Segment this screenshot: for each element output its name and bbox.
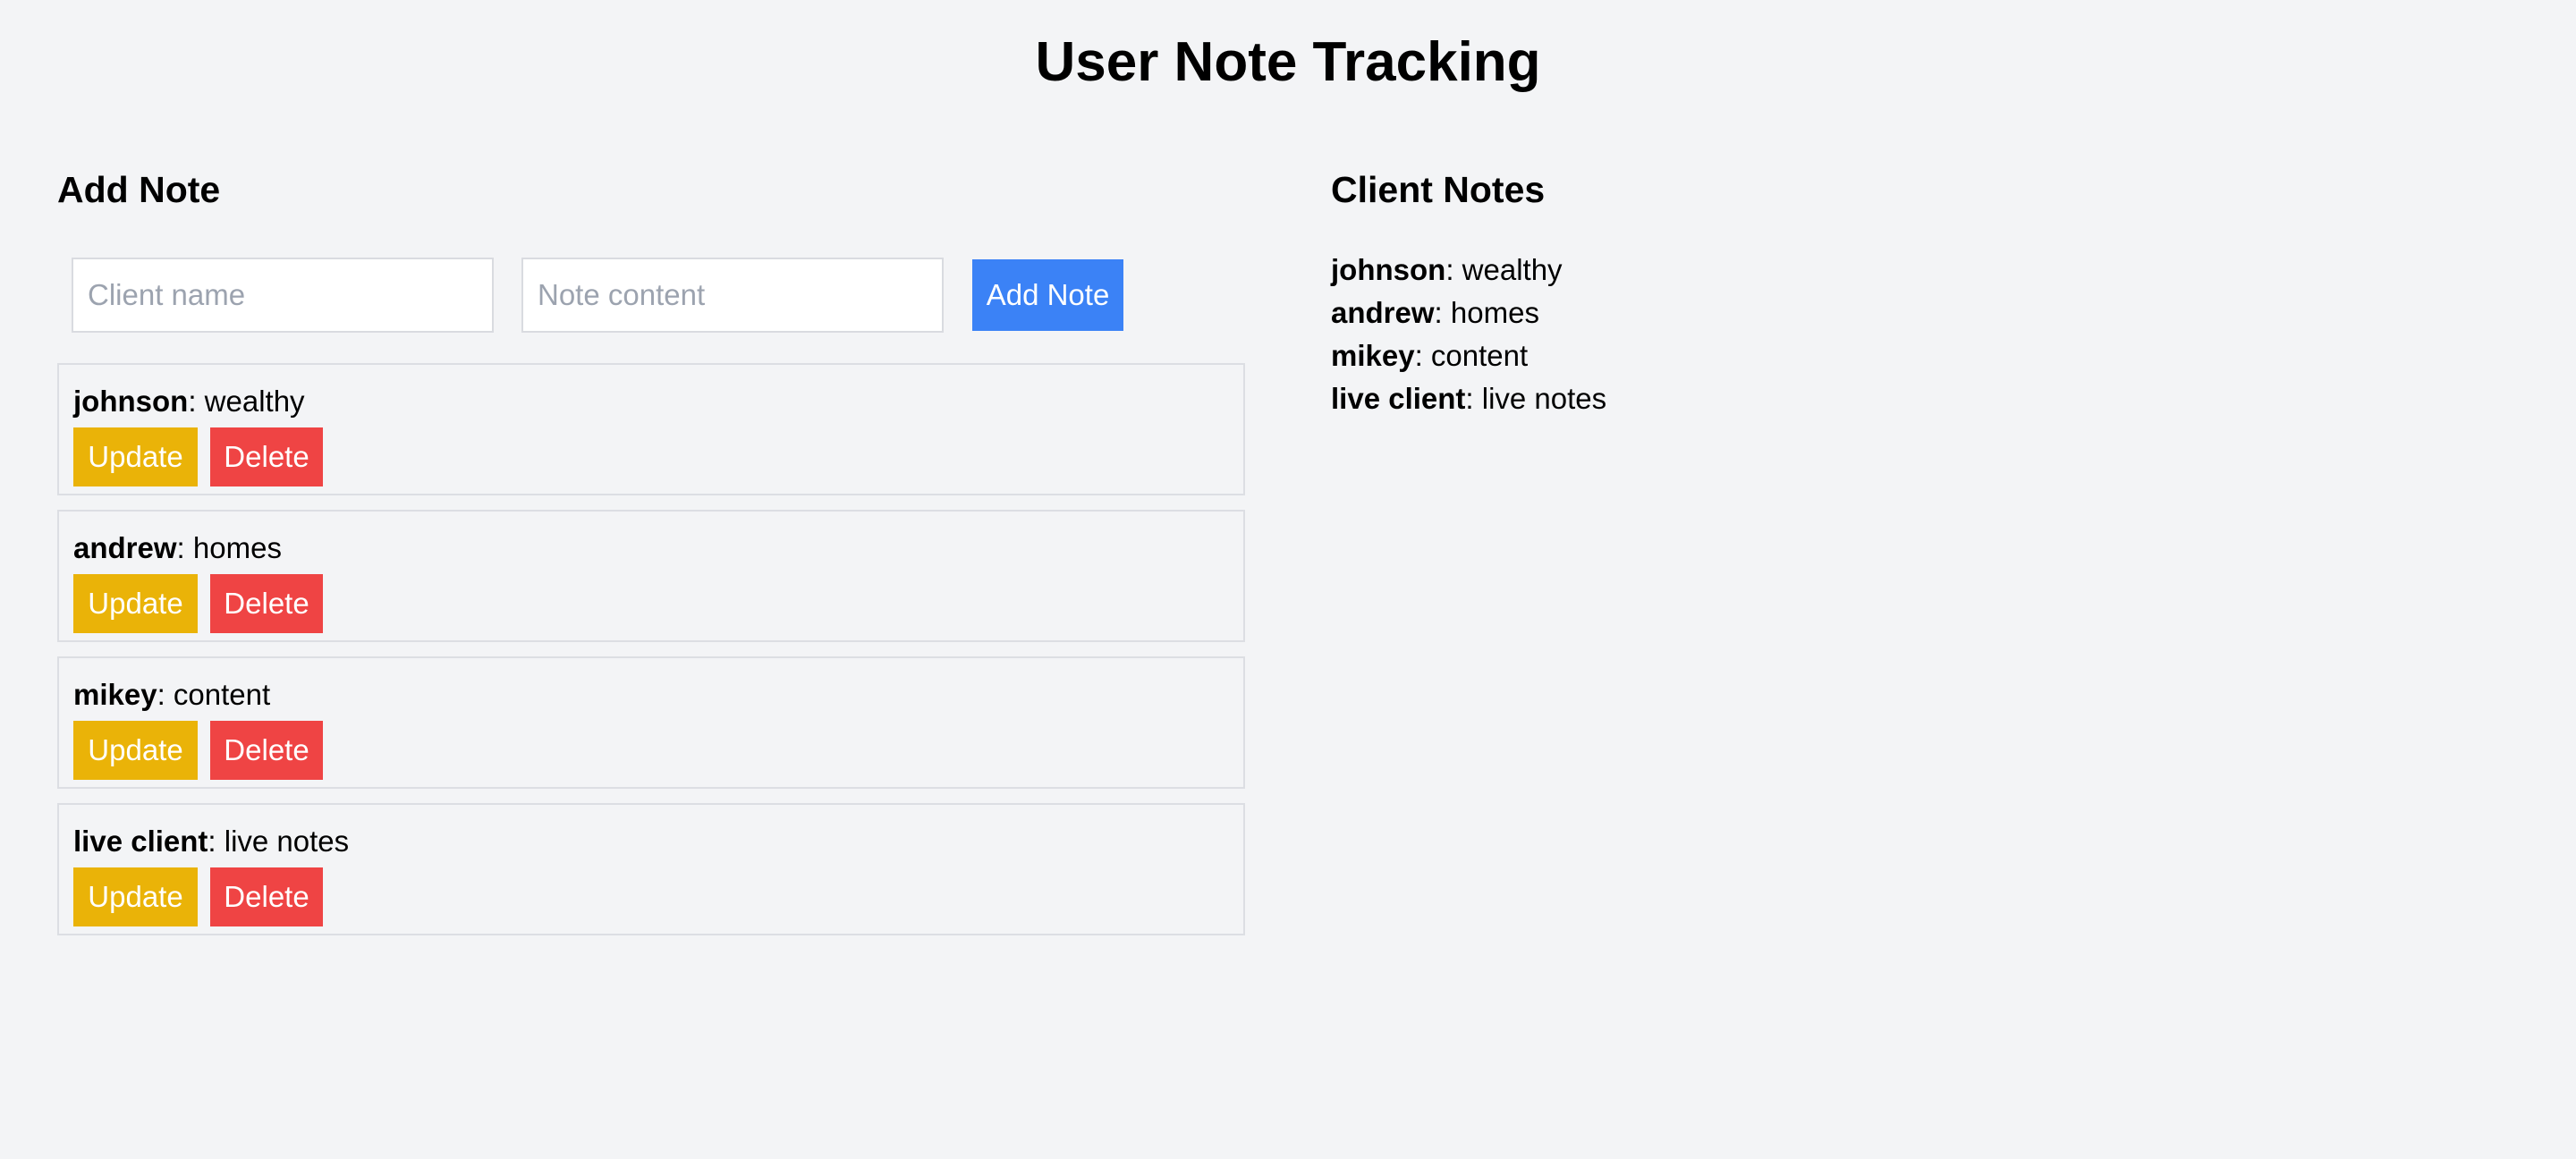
client-note-content: content (1430, 339, 1529, 372)
note-actions: Update Delete (73, 721, 1229, 780)
note-list: johnson: wealthy Update Delete andrew: ho… (57, 363, 1245, 935)
delete-button[interactable]: Delete (210, 721, 323, 780)
client-note-item: johnson: wealthy (1331, 249, 2494, 292)
note-card: johnson: wealthy Update Delete (57, 363, 1245, 495)
note-client-name: live client (73, 825, 208, 858)
client-note-content: wealthy (1462, 253, 1563, 286)
client-note-name: johnson (1331, 253, 1446, 286)
note-client-name: johnson (73, 385, 189, 418)
client-name-input[interactable] (72, 258, 494, 333)
client-note-name: mikey (1331, 339, 1415, 372)
delete-button[interactable]: Delete (210, 427, 323, 486)
client-note-content: live notes (1481, 382, 1607, 415)
update-button[interactable]: Update (73, 867, 198, 926)
note-card: mikey: content Update Delete (57, 656, 1245, 789)
note-text: live client: live notes (73, 823, 1229, 860)
note-content: wealthy (204, 385, 305, 418)
client-note-name: live client (1331, 382, 1466, 415)
client-note-item: andrew: homes (1331, 292, 2494, 334)
note-text: mikey: content (73, 676, 1229, 714)
note-text: andrew: homes (73, 529, 1229, 567)
update-button[interactable]: Update (73, 427, 198, 486)
client-note-content: homes (1450, 296, 1539, 329)
note-actions: Update Delete (73, 574, 1229, 633)
client-notes-section: Client Notes johnson: wealthy andrew: ho… (1331, 165, 2494, 420)
client-notes-heading: Client Notes (1331, 169, 1546, 210)
note-content: homes (192, 531, 282, 564)
note-content: content (173, 678, 271, 711)
note-client-name: mikey (73, 678, 157, 711)
add-note-heading: Add Note (57, 169, 221, 210)
note-text: johnson: wealthy (73, 383, 1229, 420)
client-note-item: live client: live notes (1331, 377, 2494, 420)
note-card: andrew: homes Update Delete (57, 510, 1245, 642)
note-separator: : (176, 531, 193, 564)
delete-button[interactable]: Delete (210, 574, 323, 633)
client-note-separator: : (1414, 339, 1431, 372)
note-separator: : (157, 678, 174, 711)
note-separator: : (188, 385, 205, 418)
client-note-separator: : (1434, 296, 1451, 329)
add-note-form: Add Note (57, 258, 1245, 333)
page-title: User Note Tracking (1035, 31, 1541, 93)
note-actions: Update Delete (73, 427, 1229, 486)
update-button[interactable]: Update (73, 574, 198, 633)
note-content: live notes (224, 825, 350, 858)
note-actions: Update Delete (73, 867, 1229, 926)
add-note-button[interactable]: Add Note (972, 259, 1123, 331)
client-note-separator: : (1465, 382, 1482, 415)
client-note-item: mikey: content (1331, 334, 2494, 377)
note-client-name: andrew (73, 531, 177, 564)
note-content-input[interactable] (521, 258, 944, 333)
delete-button[interactable]: Delete (210, 867, 323, 926)
client-note-separator: : (1445, 253, 1462, 286)
update-button[interactable]: Update (73, 721, 198, 780)
add-note-section: Add Note Add Note johnson: wealthy Updat… (57, 165, 1245, 950)
client-note-name: andrew (1331, 296, 1435, 329)
note-card: live client: live notes Update Delete (57, 803, 1245, 935)
client-notes-list: johnson: wealthy andrew: homes mikey: co… (1331, 249, 2494, 420)
note-separator: : (208, 825, 225, 858)
